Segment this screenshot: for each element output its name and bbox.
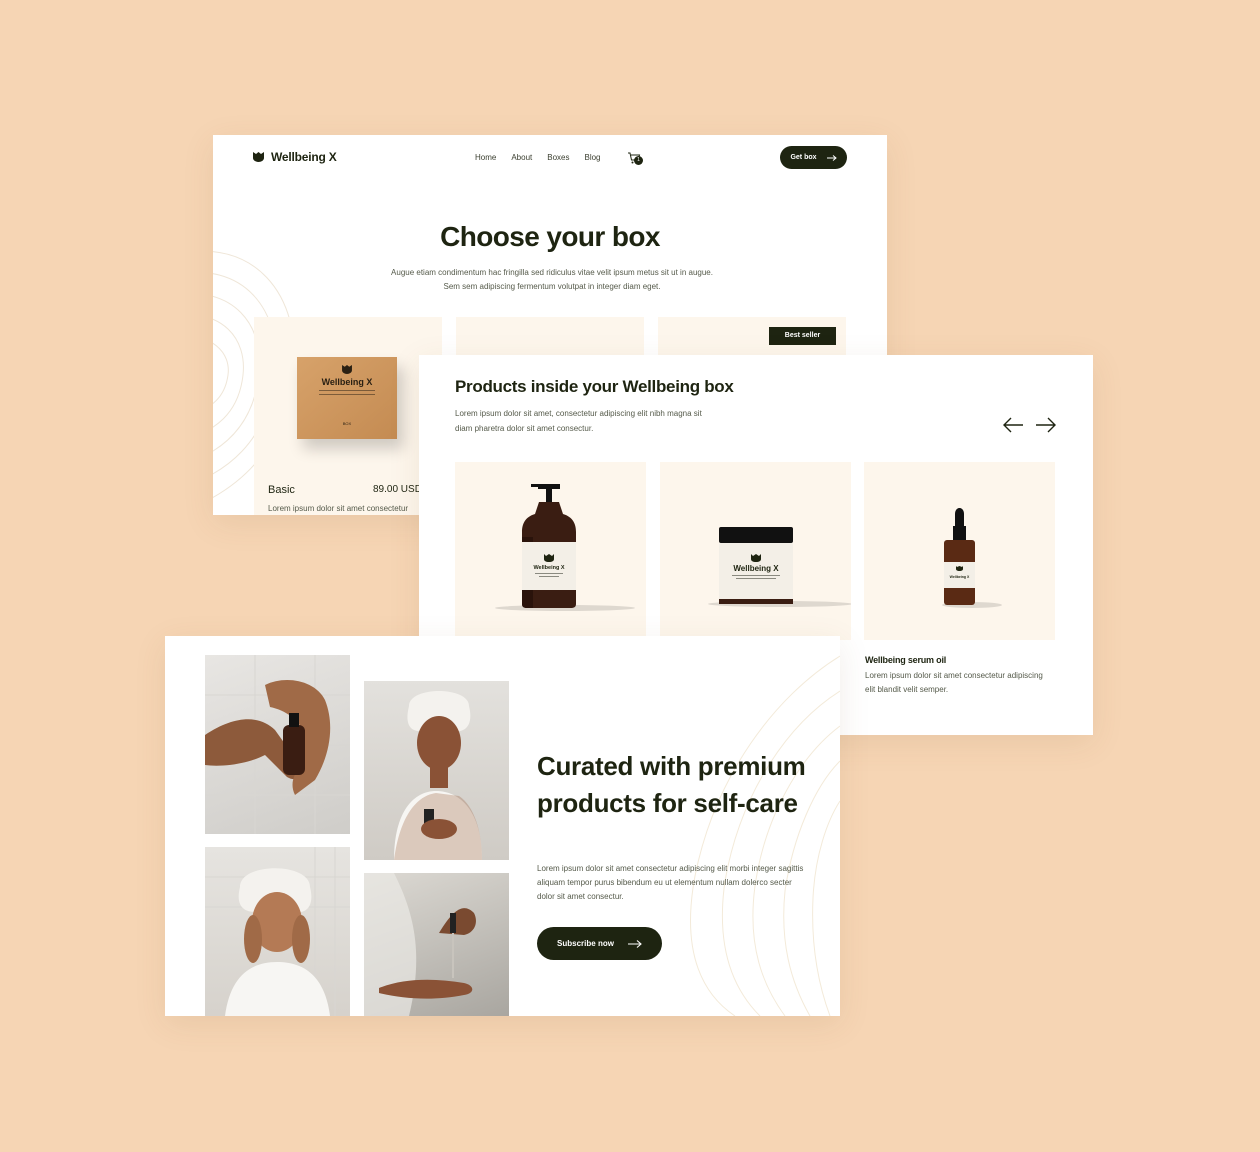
products-title: Products inside your Wellbeing box (455, 377, 734, 396)
get-box-label: Get box (790, 154, 817, 161)
nav-blog[interactable]: Blog (584, 153, 600, 162)
product-tile-serum-bottle[interactable]: Wellbeing X (864, 462, 1055, 640)
cream-jar-image: Wellbeing X (708, 527, 852, 607)
box-text-line (319, 390, 375, 391)
plan-name: Basic (268, 484, 295, 496)
brand-logo[interactable]: Wellbeing X (253, 150, 337, 164)
curated-description: Lorem ipsum dolor sit amet consectetur a… (537, 864, 804, 901)
subscribe-label: Subscribe now (557, 939, 614, 948)
curated-title: Curated with premium products for self-c… (537, 751, 806, 818)
plan-description: Lorem ipsum dolor sit amet consectetur (268, 504, 409, 513)
arrow-right-icon[interactable] (1034, 415, 1058, 435)
kraft-box-image: Wellbeing X BOX (297, 357, 397, 439)
curated-section: Curated with premium products for self-c… (165, 636, 840, 1016)
serum-bottle-image: Wellbeing X (942, 508, 1002, 608)
photo-woman-smiling-face (205, 847, 350, 1016)
pump-bottle-label: Wellbeing X (533, 565, 564, 571)
nav-links: Home About Boxes Blog (475, 153, 601, 162)
contour-decoration (690, 655, 840, 1016)
nav-boxes[interactable]: Boxes (547, 153, 569, 162)
arrow-right-icon (627, 939, 642, 948)
photo-dropper-palm (364, 873, 509, 1016)
page-description: Augue etiam condimentum hac fringilla se… (391, 268, 713, 291)
box-label: BOX (342, 421, 352, 426)
cart-count-badge: 1 (634, 156, 643, 165)
photo-woman-towel-applying (364, 681, 509, 860)
product-tile-cream-jar[interactable]: Wellbeing X (660, 462, 852, 640)
photo-dropper-hands (205, 655, 350, 834)
pump-bottle-image: Wellbeing X (495, 484, 635, 611)
subscribe-button[interactable]: Subscribe now (537, 927, 662, 960)
arrow-right-icon (826, 154, 837, 161)
nav-about[interactable]: About (511, 153, 532, 162)
dropper-hands-illustration (205, 655, 350, 834)
page-title: Choose your box (440, 221, 660, 252)
box-brand: Wellbeing X (321, 377, 373, 387)
box-text-line (319, 394, 375, 395)
product-tile-pump-bottle[interactable]: Wellbeing X (455, 462, 646, 640)
woman-towel-illustration (394, 691, 482, 860)
serum-bottle-label: Wellbeing X (950, 575, 970, 579)
get-box-button[interactable]: Get box (780, 146, 847, 169)
featured-product-name: Wellbeing serum oil (865, 655, 947, 665)
cream-jar-label: Wellbeing X (733, 564, 779, 573)
logo-icon (253, 152, 264, 162)
featured-product-description: Lorem ipsum dolor sit amet consectetur a… (865, 671, 1043, 694)
arrow-left-icon[interactable] (1001, 415, 1025, 435)
box-logo-icon (342, 365, 352, 374)
best-seller-badge: Best seller (769, 327, 836, 345)
top-navigation: Wellbeing X Home About Boxes Blog 1 Get … (213, 135, 887, 181)
woman-smiling-illustration (205, 847, 350, 1016)
brand-name: Wellbeing X (271, 150, 337, 164)
nav-home[interactable]: Home (475, 153, 496, 162)
dropper-palm-illustration (364, 873, 476, 1016)
products-description: Lorem ipsum dolor sit amet, consectetur … (455, 409, 702, 433)
